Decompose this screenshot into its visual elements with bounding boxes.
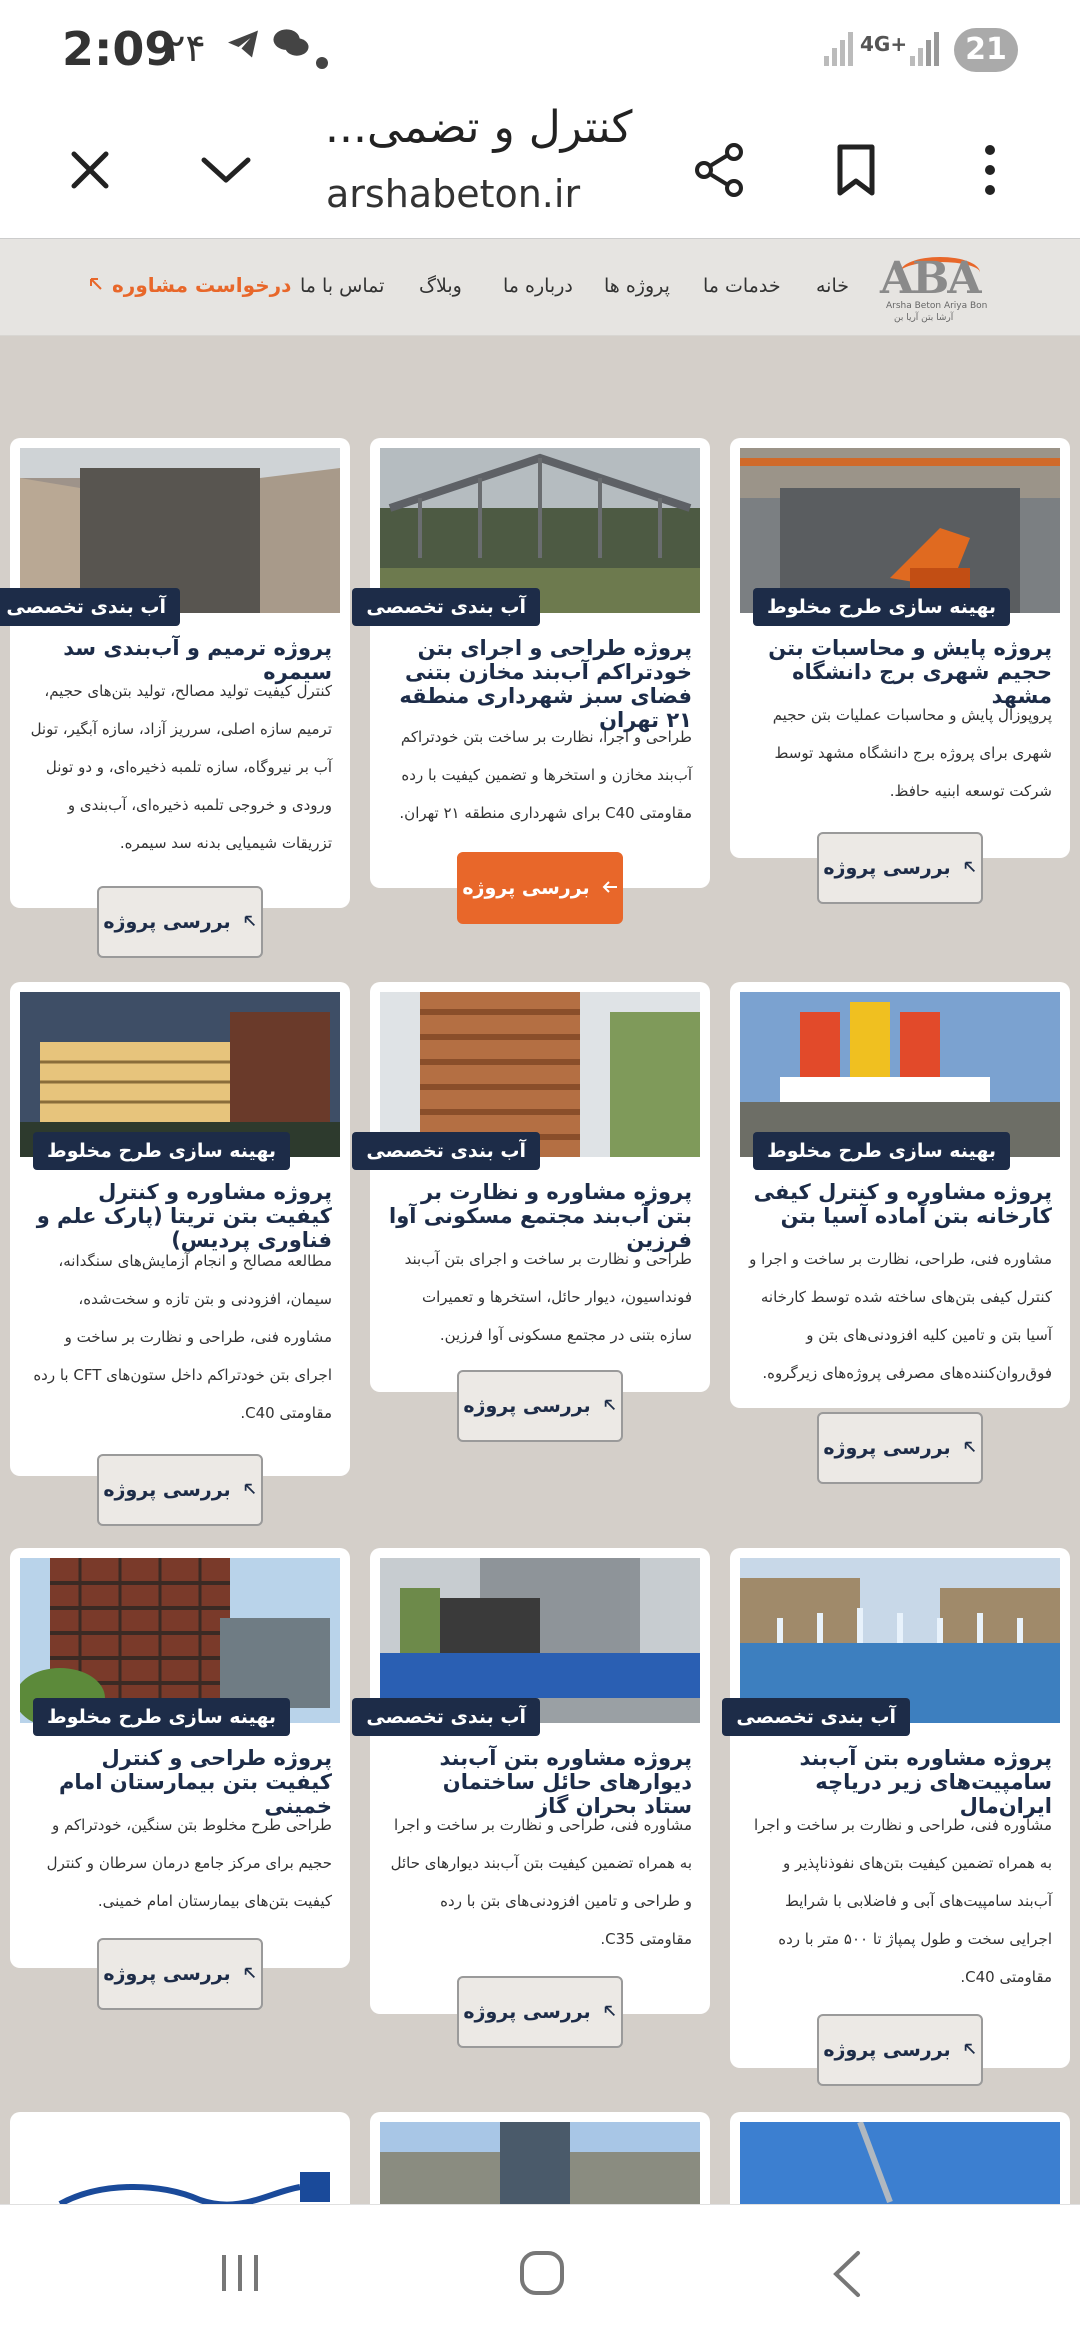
project-card[interactable]: آب بندی تخصصی پروژه طراحی و اجرای بتن خو… [352,438,710,888]
project-card[interactable]: بهینه سازی طرح مخلوط پروژه مشاوره و کنتر… [730,982,1070,1408]
dot-icon [315,38,329,79]
project-image [20,2122,340,2204]
consult-request-link[interactable]: درخواست مشاوره [88,273,291,297]
review-project-button[interactable]: بررسی پروژه [457,1370,623,1442]
arrow-up-left-icon [243,1963,257,1985]
review-project-button[interactable]: بررسی پروژه [97,886,263,958]
project-category-badge: بهینه سازی طرح مخلوط [33,1132,290,1170]
status-time: 2:09 [62,22,177,76]
arrow-up-left-icon [963,1437,977,1459]
battery-indicator: 21 [954,28,1018,72]
chevron-down-icon[interactable] [196,140,256,200]
arrow-up-left-icon [603,1395,617,1417]
project-category-badge: بهینه سازی طرح مخلوط [753,588,1010,626]
project-category-badge: آب بندی تخصصی [352,1698,540,1736]
arrow-up-left-icon [88,273,104,297]
close-icon[interactable] [60,140,120,200]
logo-text: ABA [880,253,981,304]
review-project-button[interactable]: بررسی پروژه [817,2014,983,2086]
arrow-up-left-icon [603,2001,617,2023]
project-card[interactable]: آب بندی تخصصی پروژه ترمیم و آب‌بندی سد س… [0,438,350,908]
project-description: مطالعه مصالح و انجام آزمایش‌های سنگدانه،… [33,1252,332,1422]
project-card[interactable] [730,2112,1070,2204]
project-description: مشاوره فنی، طراحی، نظارت بر ساخت و اجرا … [749,1250,1052,1382]
page-title: کنترل و تضمی... [325,102,633,153]
project-card[interactable]: آب بندی تخصصی پروژه مشاوره بتن آب‌بند دی… [352,1548,710,2014]
telegram-icon [225,26,261,71]
project-description: پروپوزال پایش و محاسبات عملیات بتن حجیم … [772,706,1052,800]
nav-item-home[interactable]: خانه [816,275,849,297]
site-header: ABA Arsha Beton Ariya Bon آرشا بتن آریا … [0,238,1080,336]
project-description: طراحی و نظارت بر ساخت و اجرای بتن آب‌بند… [404,1250,692,1344]
review-project-button[interactable]: بررسی پروژه [817,1412,983,1484]
arrow-up-left-icon [243,911,257,933]
project-category-badge: آب بندی تخصصی [0,588,180,626]
project-card[interactable] [10,2112,350,2204]
site-logo[interactable]: ABA Arsha Beton Ariya Bon آرشا بتن آریا … [880,253,990,323]
nav-item-blog[interactable]: وبلاگ [419,275,462,297]
review-project-button[interactable]: بررسی پروژه [97,1938,263,2010]
project-category-badge: بهینه سازی طرح مخلوط [33,1698,290,1736]
project-card[interactable]: آب بندی تخصصی پروژه مشاوره و نظارت بر بت… [352,982,710,1392]
review-project-button[interactable]: بررسی پروژه [97,1454,263,1526]
more-options-icon[interactable] [960,140,1020,200]
arrow-up-left-icon [963,2039,977,2061]
projects-grid: بهینه سازی طرح مخلوط پروژه پایش و محاسبا… [0,336,1080,2204]
project-description: کنترل کیفیت تولید مصالح، تولید بتن‌های ح… [30,682,332,852]
review-project-button[interactable]: بررسی پروژه [457,1976,623,2048]
review-project-button[interactable]: بررسی پروژه [817,832,983,904]
bookmark-icon[interactable] [826,140,886,200]
share-icon[interactable] [690,140,750,200]
review-project-button[interactable]: بررسی پروژه [457,852,623,924]
recent-apps-icon[interactable] [218,2251,262,2299]
project-description: مشاوره فنی، طراحی و نظارت بر ساخت و اجرا… [390,1816,692,1948]
back-icon[interactable] [828,2249,864,2303]
arrow-up-left-icon [963,857,977,879]
project-image [740,2122,1060,2204]
project-category-badge: آب بندی تخصصی [352,588,540,626]
project-description: مشاوره فنی، طراحی و نظارت بر ساخت و اجرا… [753,1816,1052,1986]
notification-count: ۲۴ [165,26,206,70]
project-description: طراحی طرح مخلوط بتن سنگین، خودتراکم و حج… [46,1816,332,1910]
signal-icon-2 [908,30,942,77]
logo-subtitle-fa: آرشا بتن آریا بن [894,313,954,323]
project-image [380,2122,700,2204]
consult-request-label: درخواست مشاوره [112,273,292,297]
logo-subtitle: Arsha Beton Ariya Bon [886,301,988,311]
nav-item-contact[interactable]: تماس با ما [300,275,384,297]
project-title: پروژه مشاوره و کنترل کیفی کارخانه بتن آم… [753,1180,1052,1228]
project-card[interactable]: بهینه سازی طرح مخلوط پروژه پایش و محاسبا… [730,438,1070,858]
system-nav-bar [0,2204,1080,2341]
arrow-up-left-icon [243,1479,257,1501]
project-category-badge: آب بندی تخصصی [722,1698,910,1736]
browser-toolbar: کنترل و تضمی... arshabeton.ir [0,100,1080,236]
project-card[interactable]: بهینه سازی طرح مخلوط پروژه مشاوره و کنتر… [10,982,350,1476]
project-category-badge: بهینه سازی طرح مخلوط [753,1132,1010,1170]
nav-item-services[interactable]: خدمات ما [703,275,781,297]
nav-item-projects[interactable]: پروژه ها [604,275,670,297]
project-description: طراحی و اجرا، نظارت بر ساخت بتن خودتراکم… [399,728,692,822]
status-bar: 2:09 ۲۴ 4G+ 21 [0,0,1080,100]
arrow-left-icon [602,877,618,899]
project-card[interactable]: بهینه سازی طرح مخلوط پروژه طراحی و کنترل… [10,1548,350,1968]
network-type: 4G+ [860,32,908,56]
signal-icon [822,30,856,77]
project-card[interactable] [370,2112,710,2204]
chat-icon [272,26,310,71]
home-icon[interactable] [518,2249,566,2301]
project-card[interactable]: آب بندی تخصصی پروژه مشاوره بتن آب‌بند سا… [722,1548,1070,2068]
page-url[interactable]: arshabeton.ir [326,172,580,216]
project-category-badge: آب بندی تخصصی [352,1132,540,1170]
nav-item-about[interactable]: درباره ما [503,275,573,297]
